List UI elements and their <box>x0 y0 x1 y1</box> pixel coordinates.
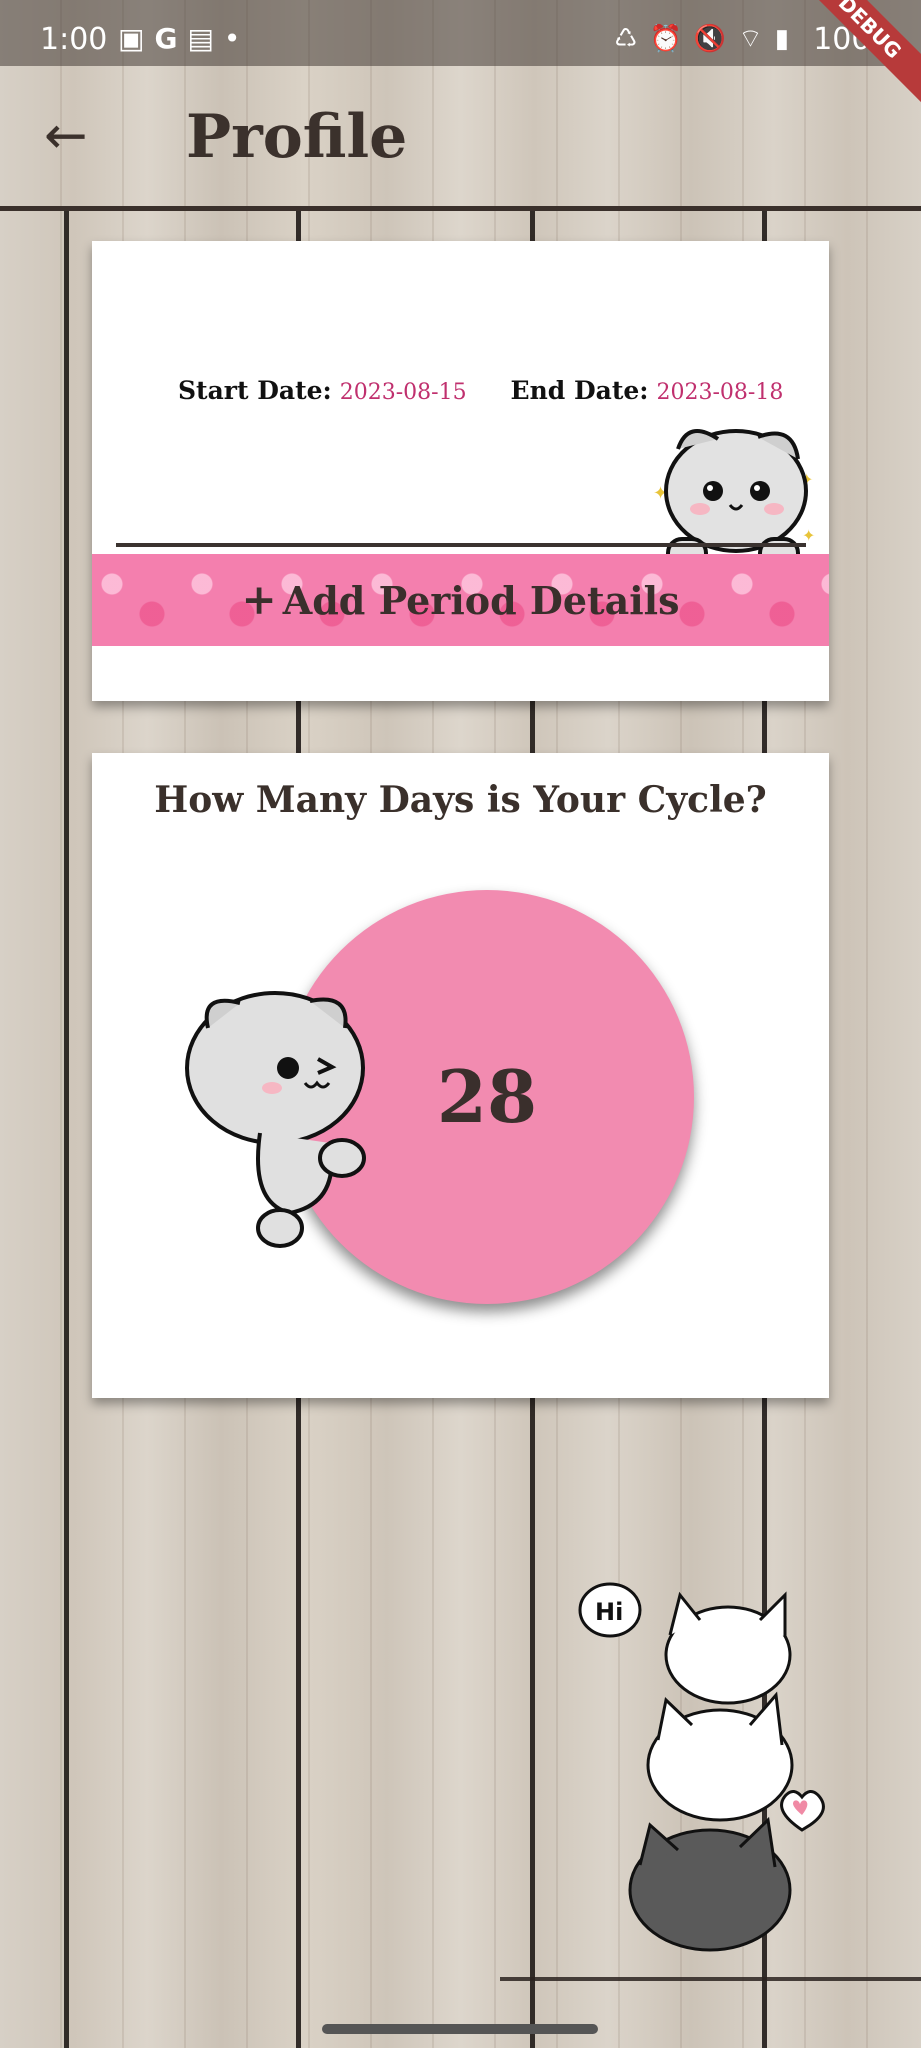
system-icons: ♺⏰🔇⌔▮ <box>614 22 801 55</box>
end-date-label: End Date: <box>510 376 649 405</box>
arrow-left-icon: ← <box>44 106 88 166</box>
wifi-icon: ⌔ <box>738 24 775 54</box>
cycle-title: How Many Days is Your Cycle? <box>154 779 767 821</box>
add-period-button[interactable]: + Add Period Details <box>92 554 829 646</box>
plank-divider <box>64 210 69 2048</box>
mute-icon: 🔇 <box>693 24 739 54</box>
date-row: Start Date: 2023-08-15 End Date: 2023-08… <box>178 376 819 405</box>
period-card: Start Date: 2023-08-15 End Date: 2023-08… <box>92 241 829 701</box>
app-bar: ← Profile <box>0 66 921 211</box>
start-date-label: Start Date: <box>178 376 332 405</box>
end-date-value: 2023-08-18 <box>656 380 784 405</box>
add-period-label-wrap: + Add Period Details <box>92 554 829 646</box>
start-date-value: 2023-08-15 <box>339 380 467 405</box>
dot-icon: • <box>223 22 251 55</box>
status-time: 1:00 <box>40 22 108 57</box>
cat-hugging-illustration <box>185 991 366 1248</box>
app-bar-divider <box>0 206 921 211</box>
notification-icons: ▣G▤• <box>118 22 250 55</box>
image-icon: ▣ <box>118 22 155 55</box>
card-divider <box>116 543 806 547</box>
page-title: Profile <box>186 102 408 172</box>
back-button[interactable]: ← <box>44 106 104 166</box>
add-period-label: Add Period Details <box>282 578 680 623</box>
plus-icon: + <box>241 575 277 624</box>
status-bar: 1:00 ▣G▤• ♺⏰🔇⌔▮ 100% <box>0 0 921 66</box>
news-icon: ▤ <box>187 22 224 55</box>
hi-bubble-text: Hi <box>595 1598 623 1626</box>
recycle-icon: ♺ <box>614 24 650 54</box>
cycle-card: How Many Days is Your Cycle? 28 <box>92 753 829 1398</box>
gesture-nav-handle[interactable] <box>322 2024 598 2034</box>
cat-stack-illustration: Hi <box>578 1582 825 1952</box>
google-icon: G <box>154 22 188 55</box>
signal-icon: ▮ <box>774 24 801 54</box>
alarm-icon: ⏰ <box>649 24 694 54</box>
